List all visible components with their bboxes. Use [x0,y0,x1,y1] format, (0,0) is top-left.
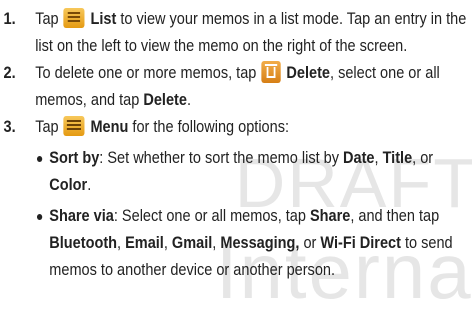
option-value: Gmail [171,234,213,252]
option-text: : Select one or all memos, tap [113,207,310,225]
option-value: Email [125,234,164,252]
step-number: 3. [3,118,16,136]
option-value: Date [343,149,375,167]
option-label: Sort by [49,149,100,167]
option-label: Share via [49,207,114,225]
step-number: 1. [3,10,16,28]
option-text: , [117,234,126,252]
delete-icon [261,61,281,83]
step-text: Tap [35,118,59,136]
option-value: Bluetooth [49,234,118,252]
instructions: 1. Tap List to view your memos in a list… [0,0,472,327]
option-value: Share [309,207,351,225]
delete-label: Delete [143,91,187,109]
list-item: Sort by: Set whether to sort the memo li… [35,145,471,199]
option-text: . [87,176,92,194]
delete-label: Delete [286,64,331,82]
options-list: Sort by: Set whether to sort the memo li… [35,145,471,284]
option-text: , [374,149,383,167]
list-label: List [90,10,117,28]
option-value: Color [49,176,88,194]
option-text: , and then tap [350,207,440,225]
step-number: 2. [3,64,16,82]
menu-label: Menu [90,118,129,136]
option-value: Title [382,149,413,167]
step-2: 2. To delete one or more memos, tap Dele… [0,60,472,114]
step-text: for the following options: [128,118,290,136]
step-text: To delete one or more memos, tap [35,64,257,82]
option-text: : Set whether to sort the memo list by [99,149,344,167]
option-value: Messaging, [220,234,300,252]
menu-icon [63,116,85,136]
option-value: Wi-Fi Direct [320,234,401,252]
list-icon [63,8,85,28]
option-text: , or [412,149,434,167]
step-text: Tap [35,10,59,28]
step-text: . [186,91,191,109]
option-text: or [299,234,321,252]
step-1: 1. Tap List to view your memos in a list… [0,6,472,60]
step-3: 3. Tap Menu for the following options: S… [0,114,472,284]
list-item: Share via: Select one or all memos, tap … [35,203,471,284]
